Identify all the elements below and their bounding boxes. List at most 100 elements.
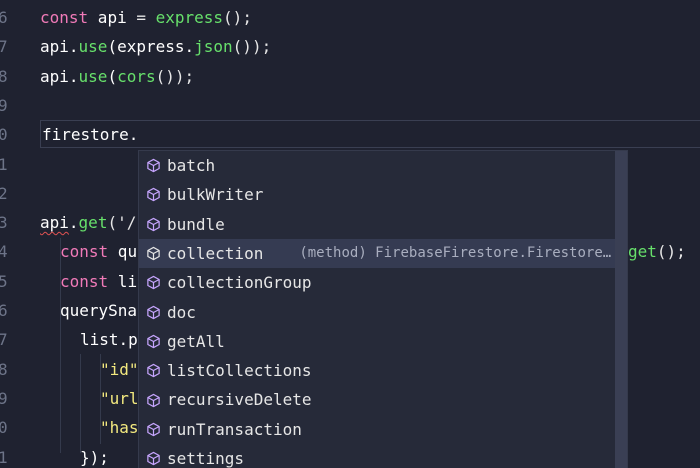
- method-cube-icon: [145, 275, 161, 291]
- autocomplete-suggest-widget[interactable]: batch bulkWriter bundle collection (method) …: [138, 150, 628, 468]
- suggestion-item[interactable]: collectionGroup: [139, 268, 617, 297]
- suggestion-label: recursiveDelete: [167, 390, 312, 410]
- suggestion-label: bundle: [167, 214, 225, 234]
- code-line[interactable]: api.use(express.json());: [40, 32, 271, 61]
- code-editor[interactable]: 6 7 8 9 0 1 2 3 4 5 6 7 8 9 0 1 const ap…: [0, 0, 700, 468]
- code-line[interactable]: api.use(cors());: [40, 62, 194, 91]
- line-number: 4: [0, 242, 8, 262]
- method-cube-icon: [145, 451, 161, 467]
- function-name: json: [194, 37, 233, 57]
- function-name: use: [78, 37, 108, 57]
- suggestion-item[interactable]: settings: [139, 444, 617, 468]
- line-number: 0: [0, 125, 8, 145]
- code-line[interactable]: const api = express();: [40, 3, 252, 32]
- punctuation: });: [80, 447, 109, 467]
- code-line[interactable]: "url: [100, 384, 139, 413]
- function-name: express: [155, 8, 224, 27]
- code-line[interactable]: const qu: [60, 237, 137, 266]
- suggestion-label: collectionGroup: [167, 273, 312, 293]
- suggestion-label: bulkWriter: [167, 185, 264, 205]
- suggestion-label: batch: [167, 156, 216, 175]
- line-number: 6: [0, 301, 8, 320]
- line-number: 1: [0, 447, 8, 467]
- string-literal: "has: [100, 418, 139, 438]
- suggestion-item[interactable]: doc: [139, 298, 617, 327]
- suggestion-item[interactable]: collection (method) FirebaseFirestore.Fir…: [139, 238, 617, 269]
- line-number: 9: [0, 388, 8, 408]
- suggestion-label: collection: [167, 243, 264, 263]
- code-line[interactable]: api.get('/: [40, 208, 136, 237]
- keyword: const: [60, 242, 109, 262]
- method-cube-icon: [145, 363, 161, 379]
- method-cube-icon: [145, 187, 161, 203]
- line-number: 1: [0, 154, 8, 174]
- suggestion-detail: (method) FirebaseFirestore.Firestore…: [299, 244, 612, 261]
- line-number-gutter: 6 7 8 9 0 1 2 3 4 5 6 7 8 9 0 1: [0, 0, 24, 468]
- identifier-error: api: [40, 213, 69, 233]
- code-line-tail[interactable]: get();: [628, 237, 686, 266]
- line-number: 7: [0, 330, 8, 350]
- keyword: const: [40, 8, 89, 27]
- code-line[interactable]: "has: [100, 413, 139, 442]
- identifier: list.p: [80, 330, 138, 350]
- suggestion-item[interactable]: batch: [139, 151, 617, 180]
- suggestion-label: doc: [167, 302, 196, 322]
- suggestion-label: runTransaction: [167, 419, 302, 439]
- punctuation: ());: [155, 66, 195, 86]
- line-number: 7: [0, 37, 8, 57]
- line-number: 3: [0, 213, 8, 233]
- function-name: get: [78, 213, 108, 233]
- identifier: api.: [40, 66, 79, 86]
- identifier: querySna: [60, 301, 138, 320]
- suggestion-item[interactable]: recursiveDelete: [139, 385, 617, 414]
- identifier: (express.: [107, 37, 195, 57]
- punctuation: ());: [232, 37, 272, 57]
- suggestion-item[interactable]: runTransaction: [139, 415, 617, 444]
- code-line[interactable]: list.p: [80, 325, 138, 354]
- operator: =: [136, 8, 156, 27]
- line-number: 5: [0, 271, 8, 291]
- identifier: api.: [40, 37, 79, 57]
- punctuation: ();: [656, 242, 686, 262]
- method-cube-icon: [145, 158, 161, 174]
- identifier: li: [108, 271, 138, 291]
- identifier: qu: [108, 242, 138, 262]
- method-cube-icon: [145, 216, 161, 232]
- code-line-current[interactable]: firestore.: [42, 120, 138, 149]
- code-line[interactable]: });: [80, 443, 109, 468]
- line-number: 2: [0, 183, 8, 203]
- suggestion-label: getAll: [167, 331, 225, 351]
- function-name: use: [78, 66, 108, 86]
- identifier: firestore.: [42, 125, 139, 145]
- method-cube-icon: [145, 246, 161, 262]
- function-name: cors: [117, 66, 156, 86]
- line-number: 8: [0, 66, 8, 86]
- code-line[interactable]: const li: [60, 267, 137, 296]
- method-cube-icon: [145, 304, 161, 320]
- punctuation: ();: [223, 8, 252, 27]
- line-number: 8: [0, 359, 8, 379]
- suggestion-item[interactable]: listCollections: [139, 356, 617, 385]
- keyword: const: [60, 271, 109, 291]
- string-literal: "url: [100, 388, 139, 408]
- suggest-scrollbar-thumb[interactable]: [615, 151, 627, 468]
- function-name: get: [628, 242, 657, 262]
- string-literal: "id": [100, 359, 139, 379]
- method-cube-icon: [145, 421, 161, 437]
- suggestion-item[interactable]: bulkWriter: [139, 180, 617, 209]
- method-cube-icon: [145, 333, 161, 349]
- method-cube-icon: [145, 392, 161, 408]
- punctuation: (: [107, 66, 118, 86]
- line-number: 6: [0, 8, 8, 27]
- identifier: api: [88, 8, 137, 27]
- suggestion-label: settings: [167, 449, 245, 468]
- suggestion-item[interactable]: getAll: [139, 327, 617, 356]
- suggest-scrollbar-track[interactable]: [615, 151, 627, 468]
- punctuation: .: [68, 213, 79, 233]
- suggestion-item[interactable]: bundle: [139, 210, 617, 239]
- code-line[interactable]: "id": [100, 355, 139, 384]
- punctuation: ('/: [107, 213, 137, 233]
- line-number: 0: [0, 418, 8, 438]
- code-line[interactable]: querySna: [60, 296, 137, 325]
- suggestion-label: listCollections: [167, 361, 312, 381]
